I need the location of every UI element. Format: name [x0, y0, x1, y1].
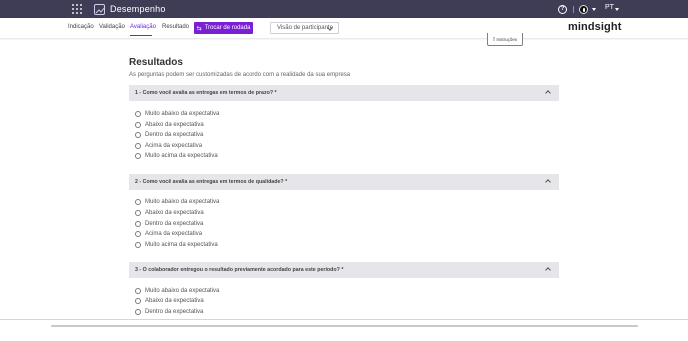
option-label: Muito abaixo da expectativa	[145, 288, 220, 294]
tab-resultado[interactable]: Resultado	[162, 24, 189, 30]
swap-icon: ⇆	[196, 25, 202, 32]
radio-option[interactable]: Abaixo da expectativa	[135, 209, 204, 217]
option-label: Muito abaixo da expectativa	[145, 199, 220, 205]
option-label: Muito abaixo da expectativa	[145, 111, 220, 117]
help-icon[interactable]: ?	[558, 5, 567, 14]
question-header-1[interactable]: 1 - Como você avalia as entregas em term…	[129, 85, 559, 101]
radio-option[interactable]: Abaixo da expectativa	[135, 121, 204, 129]
option-label: Abaixo da expectativa	[145, 210, 204, 216]
option-label: Dentro da expectativa	[145, 132, 204, 138]
top-bar: Desempenho ? PT	[0, 0, 688, 18]
tab-avaliacao[interactable]: Avaliação	[130, 24, 156, 30]
user-menu-caret-icon[interactable]	[592, 8, 596, 11]
document-icon: ▯	[492, 36, 496, 41]
switch-round-button[interactable]: ⇆ Trocar de rodada	[194, 22, 253, 34]
view-select-value: Visão de participante	[277, 25, 333, 31]
option-label: Abaixo da expectativa	[145, 298, 204, 304]
radio-circle[interactable]	[135, 210, 141, 216]
question-header-2[interactable]: 2 - Como você avalia as entregas em term…	[129, 174, 559, 190]
radio-option[interactable]: Acima da expectativa	[135, 230, 202, 238]
page-subtitle: As perguntas podem ser customizadas de a…	[129, 72, 351, 78]
radio-option[interactable]: Muito acima da expectativa	[135, 152, 218, 160]
question-title: 1 - Como você avalia as entregas em term…	[135, 90, 277, 96]
radio-circle[interactable]	[135, 143, 141, 149]
active-tab-indicator	[130, 35, 152, 36]
instructions-label: Instruções	[496, 36, 518, 42]
option-label: Muito acima da expectativa	[145, 153, 218, 159]
view-select[interactable]: Visão de participante	[270, 22, 339, 34]
tab-indicacao[interactable]: Indicação	[68, 24, 94, 30]
language-caret-icon[interactable]	[615, 8, 619, 11]
question-header-3[interactable]: 3 - O colaborador entregou o resultado p…	[129, 262, 559, 278]
radio-circle[interactable]	[135, 231, 141, 237]
divider	[573, 6, 574, 13]
option-label: Acima da expectativa	[145, 231, 203, 237]
question-title: 3 - O colaborador entregou o resultado p…	[135, 267, 344, 273]
radio-option[interactable]: Dentro da expectativa	[135, 220, 203, 228]
radio-option[interactable]: Dentro da expectativa	[135, 308, 203, 316]
company-logo: mindsight	[568, 21, 622, 33]
option-label: Abaixo da expectativa	[145, 122, 204, 128]
apps-grid-icon[interactable]	[72, 4, 82, 14]
page-title: Resultados	[129, 57, 183, 68]
horizontal-scrollbar[interactable]	[51, 325, 638, 327]
tab-validacao[interactable]: Validação	[99, 24, 125, 30]
radio-circle[interactable]	[135, 122, 141, 128]
radio-circle[interactable]	[135, 221, 141, 227]
radio-option[interactable]: Muito abaixo da expectativa	[135, 110, 219, 118]
chevron-up-icon	[545, 267, 551, 273]
performance-chart-icon	[94, 3, 106, 15]
switch-round-label: Trocar de rodada	[204, 25, 251, 31]
radio-option[interactable]: Dentro da expectativa	[135, 131, 203, 139]
radio-circle[interactable]	[135, 111, 141, 117]
radio-circle[interactable]	[135, 309, 141, 315]
language-selector[interactable]: PT	[605, 4, 614, 11]
chevron-up-icon	[545, 179, 551, 185]
radio-circle[interactable]	[135, 199, 141, 205]
user-avatar[interactable]	[579, 5, 588, 14]
question-title: 2 - Como você avalia as entregas em term…	[135, 179, 288, 185]
app-brand[interactable]: Desempenho	[94, 3, 166, 15]
radio-option[interactable]: Muito acima da expectativa	[135, 241, 218, 249]
divider	[0, 319, 688, 320]
option-label: Acima da expectativa	[145, 143, 203, 149]
radio-option[interactable]: Acima da expectativa	[135, 142, 202, 150]
option-label: Dentro da expectativa	[145, 221, 204, 227]
radio-circle[interactable]	[135, 298, 141, 304]
radio-circle[interactable]	[135, 132, 141, 138]
option-label: Dentro da expectativa	[145, 309, 204, 315]
radio-circle[interactable]	[135, 242, 141, 248]
option-label: Muito acima da expectativa	[145, 242, 218, 248]
radio-option[interactable]: Abaixo da expectativa	[135, 297, 204, 305]
radio-circle[interactable]	[135, 153, 141, 159]
radio-circle[interactable]	[135, 288, 141, 294]
radio-option[interactable]: Muito abaixo da expectativa	[135, 198, 219, 206]
chevron-up-icon	[545, 90, 551, 96]
app-name: Desempenho	[110, 4, 166, 14]
instructions-button[interactable]: ▯ Instruções	[487, 33, 523, 46]
radio-option[interactable]: Muito abaixo da expectativa	[135, 287, 219, 295]
